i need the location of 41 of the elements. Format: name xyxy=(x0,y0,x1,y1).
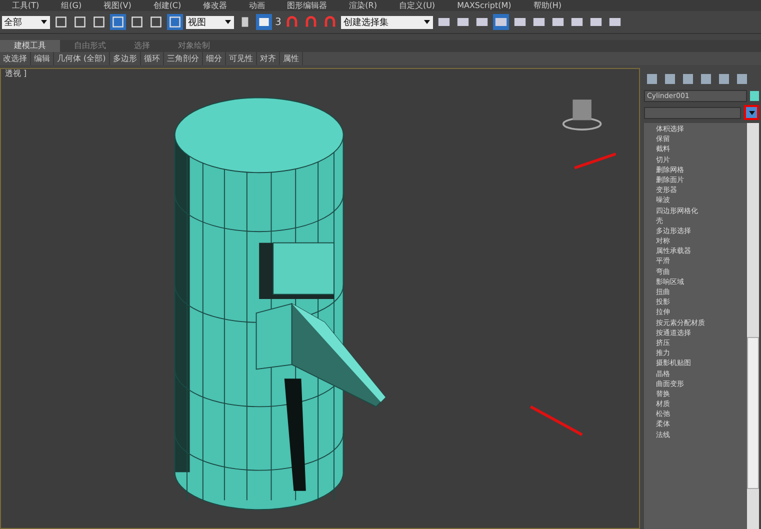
menu-item[interactable]: 图形编辑器 xyxy=(287,0,328,11)
dropdown-button[interactable] xyxy=(744,105,759,120)
object-color-swatch[interactable] xyxy=(750,91,759,101)
ribbon-button[interactable]: 细分 xyxy=(202,52,226,65)
scrollbar-thumb[interactable] xyxy=(747,337,759,489)
menu-item[interactable]: MAXScript(M) xyxy=(457,0,512,11)
menu-item[interactable]: 组(G) xyxy=(61,0,82,11)
scrollbar[interactable] xyxy=(747,123,759,529)
menu-item[interactable]: 渲染(R) xyxy=(349,0,377,11)
selection-filter-dropdown[interactable]: 全部 xyxy=(2,16,50,28)
ribbon-button[interactable]: 属性 xyxy=(280,52,303,65)
ribbon-tab[interactable]: 选择 xyxy=(120,40,164,52)
caret-icon xyxy=(40,19,48,25)
viewport-label[interactable]: 透视 ] xyxy=(1,69,31,79)
menu-item[interactable]: 工具(T) xyxy=(12,0,40,11)
ribbon-button[interactable]: 可见性 xyxy=(226,52,257,65)
named-selection-dropdown[interactable]: 创建选择集 xyxy=(341,16,434,28)
ribbon-button[interactable]: 几何体 (全部) xyxy=(54,52,110,65)
ribbon-tab[interactable]: 自由形式 xyxy=(60,40,120,52)
menu-item[interactable]: 动画 xyxy=(249,0,266,11)
caret-icon xyxy=(423,19,432,25)
ribbon-button[interactable]: 多边形 xyxy=(110,52,141,65)
snap-toggle-button[interactable]: 3 xyxy=(275,16,282,28)
view-cube-icon[interactable] xyxy=(562,100,602,130)
ribbon-tab[interactable]: 对象绘制 xyxy=(164,40,224,52)
ribbon-button[interactable]: 三角剖分 xyxy=(164,52,203,65)
ribbon-button[interactable]: 循环 xyxy=(140,52,164,65)
ribbon-button[interactable]: 编辑 xyxy=(31,52,54,65)
menu-item[interactable]: 帮助(H) xyxy=(533,0,562,11)
annotation-line xyxy=(530,405,583,436)
menu-item[interactable]: 修改器 xyxy=(203,0,228,11)
reference-coordinate-dropdown[interactable]: 视图 xyxy=(186,16,234,28)
annotation-line xyxy=(574,152,616,170)
menu-item[interactable]: 视图(V) xyxy=(104,0,132,11)
caret-icon xyxy=(224,19,232,25)
menu-item[interactable]: 创建(C) xyxy=(153,0,182,11)
ribbon-button[interactable]: 对齐 xyxy=(256,52,280,65)
menu-item[interactable]: 自定义(U) xyxy=(398,0,436,11)
caret-icon xyxy=(748,110,756,116)
ribbon-tab[interactable]: 建模工具 xyxy=(0,40,60,52)
ribbon-button[interactable]: 改选择 xyxy=(0,52,31,65)
